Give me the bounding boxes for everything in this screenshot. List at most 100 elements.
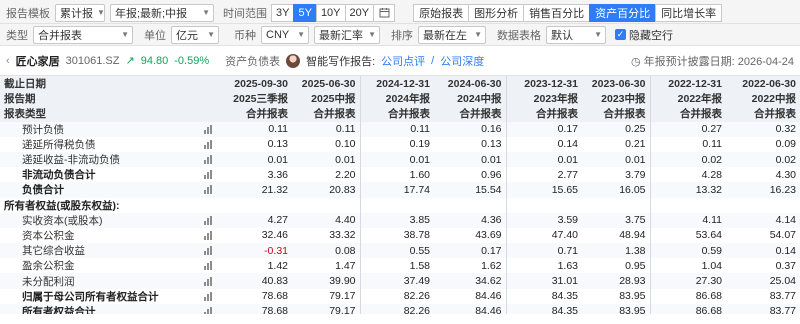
tab-chart-analysis[interactable]: 图形分析 [468,3,525,22]
tab-original-statement[interactable]: 原始报表 [413,3,470,22]
table-cell [292,197,360,213]
table-cell: 40.83 [222,273,292,289]
bar-chart-icon[interactable] [204,230,212,240]
template-select[interactable]: 累计报 ▼ [55,3,105,22]
bar-chart-icon[interactable] [204,124,212,134]
table-cell: 86.68 [649,288,726,304]
table-cell: 53.64 [649,227,726,244]
table-cell: 0.13 [222,136,292,152]
row-label-cell: 实收资本(或股本) [0,212,222,228]
table-row: 实收资本(或股本) 4.27 4.40 3.85 4.36 3.59 3.75 4.11 4.1… [0,212,800,228]
header-cell: 合并报表 [726,106,800,122]
range-3y-button[interactable]: 3Y [271,3,295,22]
bar-chart-icon[interactable] [204,139,212,149]
sort-select[interactable]: 最新在左 ▼ [418,25,486,44]
row-label-cell: 未分配利润 [0,273,222,289]
time-range-buttons: 3Y 5Y 10Y 20Y [271,3,396,22]
bar-chart-icon[interactable] [204,276,212,286]
company-depth-link[interactable]: 公司深度 [440,53,484,69]
header-cell: 合并报表 [359,106,434,122]
table-cell: 32.46 [222,227,292,244]
table-cell: 43.69 [434,227,506,244]
table-cell: 83.95 [582,288,650,304]
tab-sales-percentage[interactable]: 销售百分比 [523,3,591,22]
bar-chart-icon[interactable] [204,215,212,225]
collapse-chevron-icon[interactable]: ‹ [6,55,10,67]
unit-select[interactable]: 亿元 ▼ [171,25,219,44]
table-cell: 0.21 [582,136,650,152]
exchange-rate-select[interactable]: 最新汇率 ▼ [314,25,380,44]
bar-chart-icon[interactable] [204,155,212,165]
table-cell: 0.19 [359,136,434,152]
bar-chart-icon[interactable] [204,246,212,256]
table-cell: 83.77 [726,288,800,304]
stock-price: 94.80 [140,54,169,67]
header-cell: 合并报表 [582,106,650,122]
stock-code: 301061.SZ [65,54,120,67]
row-label-cell: 归属于母公司所有者权益合计 [0,288,222,304]
row-label-cell: 递延收益-非流动负债 [0,151,222,168]
table-cell: 4.27 [222,212,292,228]
table-cell: 31.01 [505,273,582,289]
row-label: 非流动负债合计 [22,169,96,182]
range-5y-button[interactable]: 5Y [293,3,317,22]
chevron-down-icon: ▼ [97,8,105,17]
row-label: 递延收益-非流动负债 [22,154,120,167]
chevron-down-icon: ▼ [474,30,482,39]
table-cell [222,197,292,213]
unit-label: 单位 [144,29,166,42]
chevron-down-icon: ▼ [297,30,305,39]
toolbar-top: 报告模板 累计报 ▼ 年报;最新;中报 ▼ 时间范围 3Y 5Y 10Y 20Y 原… [0,0,800,24]
range-20y-button[interactable]: 20Y [344,3,375,22]
table-cell [726,197,800,213]
table-cell: 20.83 [292,182,360,198]
table-cell: 0.16 [434,121,506,137]
table-cell [505,197,582,213]
row-label: 实收资本(或股本) [22,214,103,227]
range-10y-button[interactable]: 10Y [315,3,346,22]
currency-select[interactable]: CNY ▼ [261,25,309,44]
table-cell: 82.26 [359,288,434,304]
header-cell: 2022中报 [726,91,800,107]
table-cell: 3.85 [359,212,434,228]
hide-empty-rows-toggle[interactable]: ✓ 隐藏空行 [615,27,673,43]
table-cell: 47.40 [505,227,582,244]
bar-chart-icon[interactable] [204,261,212,271]
table-cell: 3.75 [582,212,650,228]
chevron-down-icon: ▼ [207,30,215,39]
chevron-down-icon: ▼ [368,30,376,39]
table-cell: 1.47 [292,258,360,274]
header-cell: 2024中报 [434,91,506,107]
financial-table: 截止日期 2025-09-30 2025-06-30 2024-12-31 2024-0… [0,76,800,314]
checkbox-checked-icon[interactable]: ✓ [615,29,626,40]
chevron-down-icon: ▼ [594,30,602,39]
tab-asset-percentage[interactable]: 资产百分比 [589,3,657,22]
stock-name: 匠心家居 [15,55,60,68]
table-cell: 3.36 [222,167,292,183]
table-cell: 0.01 [582,151,650,168]
header-cell: 2022年报 [649,91,726,107]
period-select[interactable]: 年报;最新;中报 ▼ [110,3,214,22]
bar-chart-icon[interactable] [204,185,212,195]
header-cell: 合并报表 [505,106,582,122]
row-label: 未分配利润 [22,275,75,288]
calendar-icon[interactable] [373,3,396,22]
table-cell: 0.11 [649,136,726,152]
data-table-label: 数据表格 [497,29,541,42]
table-cell: 17.74 [359,182,434,198]
table-row: 盈余公积金 1.42 1.47 1.58 1.62 1.63 0.95 1.04 0.37 [0,258,800,274]
table-row: 预计负债 0.11 0.11 0.11 0.16 0.17 0.25 0.27 0.32 [0,121,800,137]
table-cell: 0.11 [222,121,292,137]
table-row: 非流动负债合计 3.36 2.20 1.60 0.96 2.77 3.79 4.28 4.30 [0,167,800,183]
type-select[interactable]: 合并报表 ▼ [33,25,133,44]
table-cell: 16.05 [582,182,650,198]
company-review-link[interactable]: 公司点评 [381,53,425,69]
bar-chart-icon[interactable] [204,291,212,301]
table-cell: 34.62 [434,273,506,289]
data-table-select[interactable]: 默认 ▼ [546,25,606,44]
row-label: 所有者权益合计 [22,305,96,314]
header-row: 报表类型 合并报表 合并报表 合并报表 合并报表 合并报表 合并报表 合并报表 合并报表 [0,106,800,122]
bar-chart-icon[interactable] [204,170,212,180]
bar-chart-icon[interactable] [204,306,212,314]
tab-yoy-growth[interactable]: 同比增长率 [655,3,723,22]
